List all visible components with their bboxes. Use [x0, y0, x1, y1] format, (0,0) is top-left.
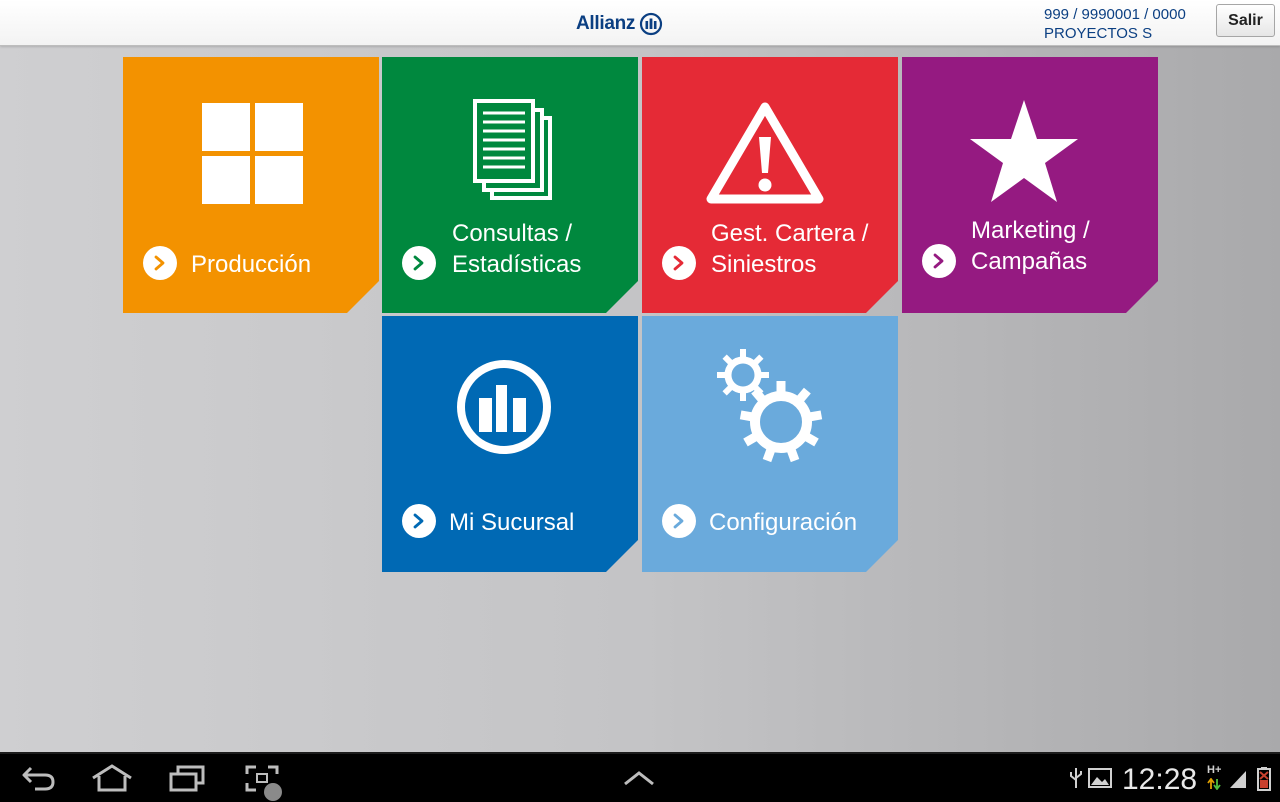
chevron-up-icon[interactable] — [622, 768, 656, 788]
account-name: PROYECTOS S — [1044, 25, 1153, 42]
allianz-logo-icon — [640, 12, 663, 36]
image-notification-icon — [1088, 768, 1112, 788]
gears-icon — [716, 346, 826, 466]
signal-icon — [1230, 771, 1246, 788]
tile-label: Consultas / Estadísticas — [452, 220, 582, 278]
chevron-right-icon — [662, 504, 696, 538]
battery-icon — [1257, 767, 1271, 791]
chevron-right-icon — [922, 244, 956, 278]
home-icon[interactable] — [90, 764, 134, 792]
allianz-logo-icon — [455, 358, 553, 456]
documents-icon — [471, 97, 557, 203]
usb-icon — [1070, 768, 1082, 788]
chevron-right-icon — [143, 246, 177, 280]
clock: 12:28 — [1122, 763, 1198, 796]
grid-icon — [202, 103, 306, 207]
tile-label: Configuración — [709, 509, 858, 536]
tile-marketing[interactable]: Marketing / Campañas — [902, 57, 1158, 313]
tile-sucursal[interactable]: Mi Sucursal — [382, 316, 638, 572]
back-icon[interactable] — [20, 764, 58, 792]
tile-label: Marketing / Campañas — [971, 217, 1090, 275]
tile-cartera[interactable]: Gest. Cartera / Siniestros — [642, 57, 898, 313]
chevron-right-icon — [402, 246, 436, 280]
logout-button[interactable]: Salir — [1216, 4, 1275, 37]
top-bar: Allianz 999 / 9990001 / 0000 PROYECTOS S… — [0, 0, 1280, 46]
star-icon — [968, 98, 1080, 204]
tile-configuracion[interactable]: Configuración — [642, 316, 898, 572]
data-arrows-icon — [1207, 778, 1221, 790]
account-info: 999 / 9990001 / 0000 PROYECTOS S — [1044, 5, 1186, 43]
tile-produccion[interactable]: Producción — [123, 57, 379, 313]
screenshot-icon[interactable] — [244, 764, 292, 802]
system-navigation-bar: 12:28 H+ — [0, 752, 1280, 802]
tile-label: Gest. Cartera / Siniestros — [711, 220, 869, 278]
recent-apps-icon[interactable] — [168, 764, 206, 792]
account-code: 999 / 9990001 / 0000 — [1044, 6, 1186, 23]
chevron-right-icon — [662, 246, 696, 280]
tile-label: Producción — [191, 251, 312, 278]
warning-icon — [706, 101, 824, 205]
chevron-right-icon — [402, 504, 436, 538]
brand: Allianz — [576, 10, 663, 38]
brand-name: Allianz — [576, 13, 636, 34]
tile-label: Mi Sucursal — [449, 509, 575, 536]
network-type-label: H+ — [1207, 764, 1222, 776]
tile-consultas[interactable]: Consultas / Estadísticas — [382, 57, 638, 313]
